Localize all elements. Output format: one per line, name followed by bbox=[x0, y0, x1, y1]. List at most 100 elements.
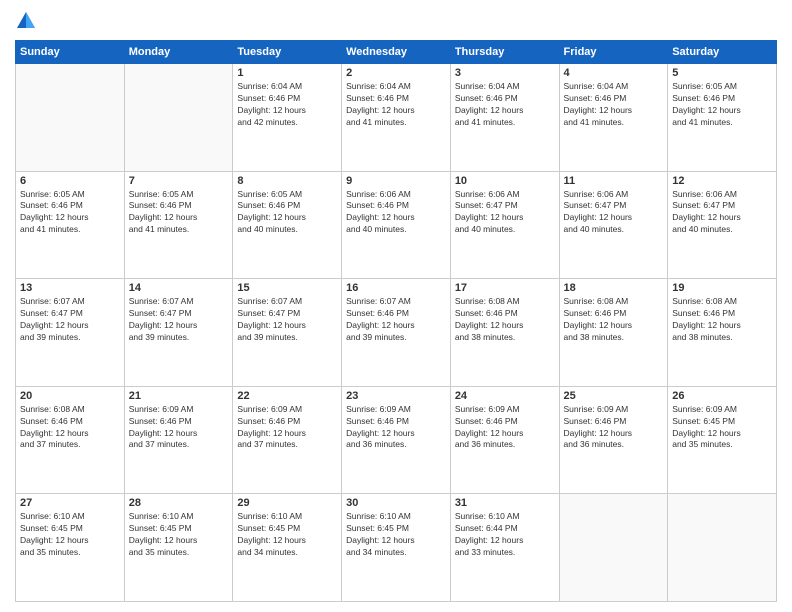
day-info: Sunrise: 6:08 AM Sunset: 6:46 PM Dayligh… bbox=[672, 296, 772, 344]
day-info: Sunrise: 6:08 AM Sunset: 6:46 PM Dayligh… bbox=[20, 404, 120, 452]
calendar-cell: 1Sunrise: 6:04 AM Sunset: 6:46 PM Daylig… bbox=[233, 64, 342, 172]
calendar-body: 1Sunrise: 6:04 AM Sunset: 6:46 PM Daylig… bbox=[16, 64, 777, 602]
day-info: Sunrise: 6:05 AM Sunset: 6:46 PM Dayligh… bbox=[672, 81, 772, 129]
calendar-cell: 3 Sunrise: 6:04 AM Sunset: 6:46 PM Daylig… bbox=[450, 64, 559, 172]
day-info: Sunrise: 6:10 AM Sunset: 6:44 PM Dayligh… bbox=[455, 511, 555, 559]
calendar-cell: 17 Sunrise: 6:08 AM Sunset: 6:46 PM Dayli… bbox=[450, 279, 559, 387]
day-number: 30 bbox=[346, 497, 446, 509]
day-number: 10 bbox=[455, 175, 555, 187]
calendar-cell: 19 Sunrise: 6:08 AM Sunset: 6:46 PM Dayli… bbox=[668, 279, 777, 387]
calendar-cell: 14 Sunrise: 6:07 AM Sunset: 6:47 PM Dayli… bbox=[124, 279, 233, 387]
calendar-cell: 25 Sunrise: 6:09 AM Sunset: 6:46 PM Dayli… bbox=[559, 386, 668, 494]
header bbox=[15, 10, 777, 32]
calendar-cell: 28Sunrise: 6:10 AM Sunset: 6:45 PM Dayli… bbox=[124, 494, 233, 602]
day-info: Sunrise: 6:05 AM Sunset: 6:46 PM Dayligh… bbox=[20, 189, 120, 237]
day-info: Sunrise: 6:04 AM Sunset: 6:46 PM Dayligh… bbox=[564, 81, 664, 129]
day-info: Sunrise: 6:10 AM Sunset: 6:45 PM Dayligh… bbox=[237, 511, 337, 559]
day-number: 8 bbox=[237, 175, 337, 187]
day-info: Sunrise: 6:09 AM Sunset: 6:45 PM Dayligh… bbox=[672, 404, 772, 452]
calendar-cell: 27Sunrise: 6:10 AM Sunset: 6:45 PM Dayli… bbox=[16, 494, 125, 602]
day-number: 6 bbox=[20, 175, 120, 187]
day-number: 16 bbox=[346, 282, 446, 294]
day-number: 14 bbox=[129, 282, 229, 294]
calendar-cell: 13Sunrise: 6:07 AM Sunset: 6:47 PM Dayli… bbox=[16, 279, 125, 387]
day-number: 3 bbox=[455, 67, 555, 79]
calendar-cell: 9 Sunrise: 6:06 AM Sunset: 6:46 PM Daylig… bbox=[342, 171, 451, 279]
calendar-week-0: 1Sunrise: 6:04 AM Sunset: 6:46 PM Daylig… bbox=[16, 64, 777, 172]
day-info: Sunrise: 6:04 AM Sunset: 6:46 PM Dayligh… bbox=[346, 81, 446, 129]
calendar-cell: 6 Sunrise: 6:05 AM Sunset: 6:46 PM Daylig… bbox=[16, 171, 125, 279]
day-number: 12 bbox=[672, 175, 772, 187]
day-number: 29 bbox=[237, 497, 337, 509]
calendar-cell: 30Sunrise: 6:10 AM Sunset: 6:45 PM Dayli… bbox=[342, 494, 451, 602]
calendar-cell: 7 Sunrise: 6:05 AM Sunset: 6:46 PM Daylig… bbox=[124, 171, 233, 279]
calendar-cell: 5 Sunrise: 6:05 AM Sunset: 6:46 PM Daylig… bbox=[668, 64, 777, 172]
calendar-cell: 26Sunrise: 6:09 AM Sunset: 6:45 PM Dayli… bbox=[668, 386, 777, 494]
day-number: 23 bbox=[346, 390, 446, 402]
calendar-cell: 24Sunrise: 6:09 AM Sunset: 6:46 PM Dayli… bbox=[450, 386, 559, 494]
day-info: Sunrise: 6:06 AM Sunset: 6:46 PM Dayligh… bbox=[346, 189, 446, 237]
day-info: Sunrise: 6:07 AM Sunset: 6:47 PM Dayligh… bbox=[237, 296, 337, 344]
day-info: Sunrise: 6:05 AM Sunset: 6:46 PM Dayligh… bbox=[237, 189, 337, 237]
calendar-cell: 4 Sunrise: 6:04 AM Sunset: 6:46 PM Daylig… bbox=[559, 64, 668, 172]
weekday-header-monday: Monday bbox=[124, 41, 233, 64]
day-number: 20 bbox=[20, 390, 120, 402]
calendar-cell: 18 Sunrise: 6:08 AM Sunset: 6:46 PM Dayli… bbox=[559, 279, 668, 387]
day-number: 27 bbox=[20, 497, 120, 509]
calendar-cell bbox=[124, 64, 233, 172]
calendar-week-4: 27 Sunrise: 6:10 AM Sunset: 6:45 PM Dayli… bbox=[16, 494, 777, 602]
day-info: Sunrise: 6:06 AM Sunset: 6:47 PM Dayligh… bbox=[672, 189, 772, 237]
day-info: Sunrise: 6:09 AM Sunset: 6:46 PM Dayligh… bbox=[129, 404, 229, 452]
day-info: Sunrise: 6:07 AM Sunset: 6:47 PM Dayligh… bbox=[129, 296, 229, 344]
calendar-cell: 8 Sunrise: 6:05 AM Sunset: 6:46 PM Daylig… bbox=[233, 171, 342, 279]
day-info: Sunrise: 6:09 AM Sunset: 6:46 PM Dayligh… bbox=[237, 404, 337, 452]
calendar-cell bbox=[559, 494, 668, 602]
day-number: 7 bbox=[129, 175, 229, 187]
day-info: Sunrise: 6:08 AM Sunset: 6:46 PM Dayligh… bbox=[455, 296, 555, 344]
day-number: 9 bbox=[346, 175, 446, 187]
calendar-table: SundayMondayTuesdayWednesdayThursdayFrid… bbox=[15, 40, 777, 602]
day-number: 18 bbox=[564, 282, 664, 294]
weekday-header-sunday: Sunday bbox=[16, 41, 125, 64]
day-number: 22 bbox=[237, 390, 337, 402]
calendar-cell: 10Sunrise: 6:06 AM Sunset: 6:47 PM Dayli… bbox=[450, 171, 559, 279]
calendar-cell: 11 Sunrise: 6:06 AM Sunset: 6:47 PM Dayli… bbox=[559, 171, 668, 279]
calendar-cell: 15 Sunrise: 6:07 AM Sunset: 6:47 PM Dayli… bbox=[233, 279, 342, 387]
day-number: 17 bbox=[455, 282, 555, 294]
calendar-week-2: 13Sunrise: 6:07 AM Sunset: 6:47 PM Dayli… bbox=[16, 279, 777, 387]
calendar-cell: 20 Sunrise: 6:08 AM Sunset: 6:46 PM Dayli… bbox=[16, 386, 125, 494]
day-number: 19 bbox=[672, 282, 772, 294]
day-number: 4 bbox=[564, 67, 664, 79]
day-number: 15 bbox=[237, 282, 337, 294]
day-number: 5 bbox=[672, 67, 772, 79]
calendar-cell bbox=[16, 64, 125, 172]
calendar-week-1: 6 Sunrise: 6:05 AM Sunset: 6:46 PM Daylig… bbox=[16, 171, 777, 279]
day-info: Sunrise: 6:09 AM Sunset: 6:46 PM Dayligh… bbox=[564, 404, 664, 452]
calendar-week-3: 20 Sunrise: 6:08 AM Sunset: 6:46 PM Dayli… bbox=[16, 386, 777, 494]
calendar-cell: 2 Sunrise: 6:04 AM Sunset: 6:46 PM Daylig… bbox=[342, 64, 451, 172]
day-info: Sunrise: 6:07 AM Sunset: 6:46 PM Dayligh… bbox=[346, 296, 446, 344]
day-info: Sunrise: 6:10 AM Sunset: 6:45 PM Dayligh… bbox=[129, 511, 229, 559]
weekday-header-thursday: Thursday bbox=[450, 41, 559, 64]
day-number: 25 bbox=[564, 390, 664, 402]
day-number: 11 bbox=[564, 175, 664, 187]
day-number: 21 bbox=[129, 390, 229, 402]
logo bbox=[15, 10, 39, 32]
day-info: Sunrise: 6:06 AM Sunset: 6:47 PM Dayligh… bbox=[564, 189, 664, 237]
day-info: Sunrise: 6:04 AM Sunset: 6:46 PM Dayligh… bbox=[237, 81, 337, 129]
calendar-cell: 31 Sunrise: 6:10 AM Sunset: 6:44 PM Dayli… bbox=[450, 494, 559, 602]
day-number: 24 bbox=[455, 390, 555, 402]
day-number: 31 bbox=[455, 497, 555, 509]
calendar-cell: 29 Sunrise: 6:10 AM Sunset: 6:45 PM Dayli… bbox=[233, 494, 342, 602]
logo-icon bbox=[15, 10, 37, 32]
day-info: Sunrise: 6:08 AM Sunset: 6:46 PM Dayligh… bbox=[564, 296, 664, 344]
day-info: Sunrise: 6:04 AM Sunset: 6:46 PM Dayligh… bbox=[455, 81, 555, 129]
day-number: 2 bbox=[346, 67, 446, 79]
page: SundayMondayTuesdayWednesdayThursdayFrid… bbox=[0, 0, 792, 612]
calendar-header: SundayMondayTuesdayWednesdayThursdayFrid… bbox=[16, 41, 777, 64]
weekday-header-wednesday: Wednesday bbox=[342, 41, 451, 64]
calendar-cell bbox=[668, 494, 777, 602]
weekday-header-row: SundayMondayTuesdayWednesdayThursdayFrid… bbox=[16, 41, 777, 64]
calendar-cell: 16 Sunrise: 6:07 AM Sunset: 6:46 PM Dayli… bbox=[342, 279, 451, 387]
day-info: Sunrise: 6:05 AM Sunset: 6:46 PM Dayligh… bbox=[129, 189, 229, 237]
